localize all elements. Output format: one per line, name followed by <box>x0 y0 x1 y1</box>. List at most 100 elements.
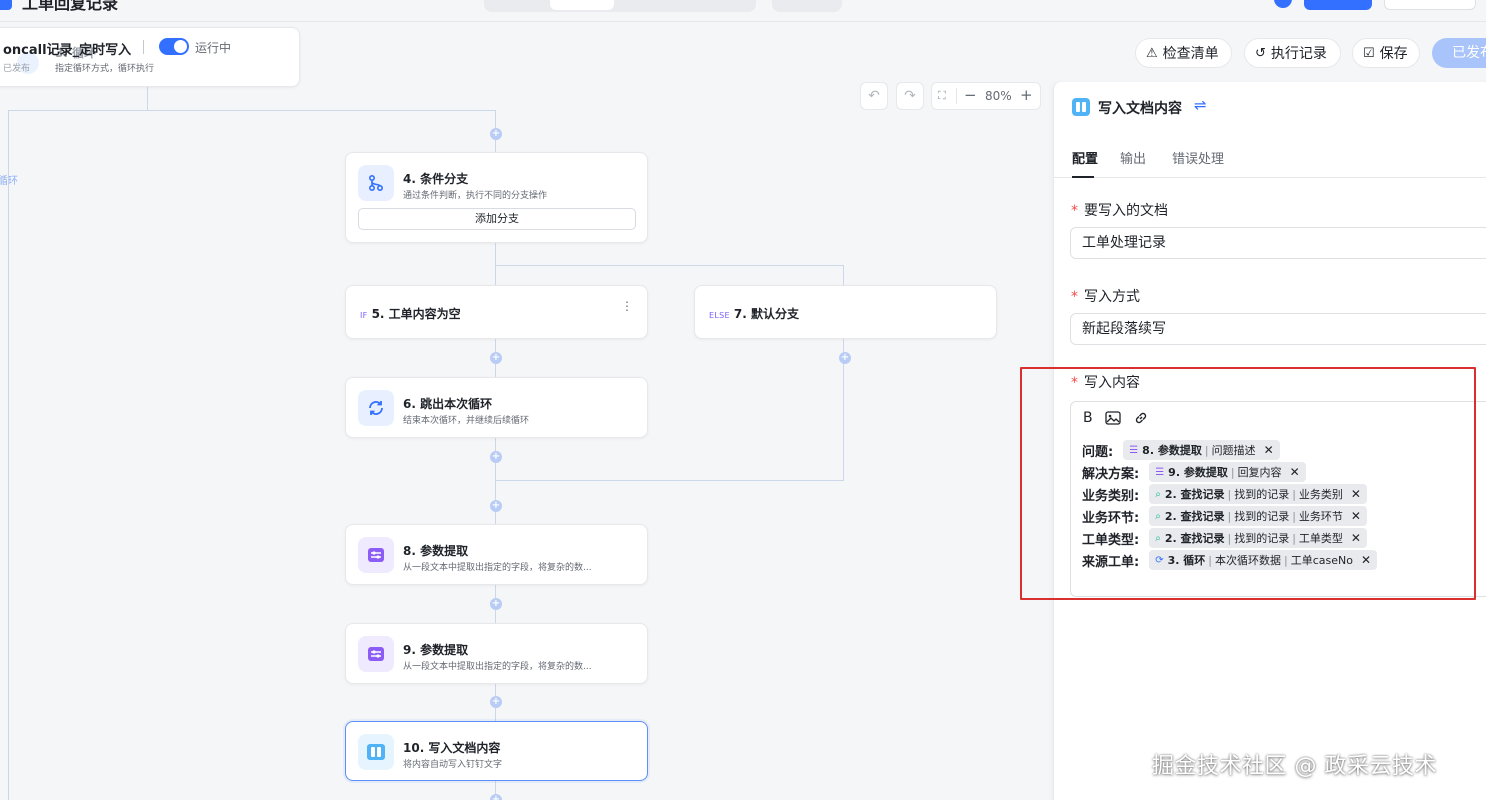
required-marker: * <box>1071 203 1078 219</box>
add-branch-button[interactable]: 添加分支 <box>358 208 636 230</box>
link-icon[interactable] <box>1133 410 1149 426</box>
sliders-icon <box>358 537 394 573</box>
chip-field: 业务类别 <box>1298 488 1343 501</box>
doc-label-text: 要写入的文档 <box>1084 203 1168 219</box>
connector <box>495 242 496 286</box>
loop-node[interactable]: 3. 循环 oncall记录_定时写入 运行中 已发布 指定循环方式，循环执行 <box>0 27 300 87</box>
panel-tabs: 配置 输出 错误处理 <box>1054 136 1486 178</box>
doc-select[interactable]: 工单处理记录 <box>1070 227 1486 259</box>
redo-icon[interactable]: ↷ <box>896 82 924 110</box>
content-editor[interactable]: B 问题: ☰ 8. 参数提取 | 问题描述 ✕ 解决方案: ☰ 9. 参数提取 | 回复内容 ✕ 业务… <box>1070 401 1486 597</box>
undo-icon[interactable]: ↶ <box>860 82 888 110</box>
chip-separator: | <box>1227 531 1232 545</box>
content-row: 业务环节: ⌕ 2. 查找记录 | 找到的记录 | 业务环节 ✕ <box>1082 506 1367 526</box>
workflow-title[interactable]: 工单回复记录 <box>22 0 118 14</box>
remove-chip-icon[interactable]: ✕ <box>1290 465 1300 479</box>
chip-separator: | <box>1230 465 1235 479</box>
zoom-out-button[interactable]: − <box>964 86 977 104</box>
chip-step: 2. 查找记录 <box>1164 532 1225 545</box>
variable-chip[interactable]: ⌕ 2. 查找记录 | 找到的记录 | 工单类型 ✕ <box>1149 528 1367 548</box>
add-node-icon[interactable]: + <box>839 352 851 364</box>
zoom-in-button[interactable]: + <box>1020 86 1033 104</box>
checklist-button[interactable]: ⚠ 检查清单 <box>1135 38 1232 68</box>
branch-icon <box>358 165 394 201</box>
checklist-label: 检查清单 <box>1162 46 1219 62</box>
loop-side-label: 循环 <box>0 176 18 187</box>
remove-chip-icon[interactable]: ✕ <box>1264 443 1274 457</box>
top-primary-button[interactable] <box>1304 0 1372 10</box>
chip-step: 8. 参数提取 <box>1142 444 1202 457</box>
panel-title: 写入文档内容 <box>1098 101 1182 117</box>
chip-separator: | <box>1292 487 1296 501</box>
add-node-icon[interactable]: + <box>490 794 502 800</box>
param-icon: ☰ <box>1155 466 1165 478</box>
mode-field-label: * 写入方式 <box>1071 286 1140 306</box>
add-node-icon[interactable]: + <box>490 352 502 364</box>
editor-toolbar: B <box>1083 408 1149 428</box>
view-switcher[interactable] <box>484 0 756 12</box>
chip-field: 找到的记录 <box>1234 532 1290 545</box>
swap-icon[interactable]: ⇌ <box>1194 96 1207 114</box>
content-field-label: * 写入内容 <box>1071 372 1140 392</box>
content-row-key: 解决方案: <box>1082 466 1140 482</box>
add-node-icon[interactable]: + <box>490 500 502 512</box>
more-icon[interactable]: ⋮ <box>621 300 633 312</box>
if-tag: IF <box>360 311 368 320</box>
if-branch-node[interactable]: IF 5. 工单内容为空 ⋮ <box>345 285 648 339</box>
app-logo <box>0 0 12 10</box>
add-node-icon[interactable]: + <box>490 696 502 708</box>
param-extract-node[interactable]: 8. 参数提取 从一段文本中提取出指定的字段，将复杂的数... <box>345 524 648 585</box>
top-pill-button[interactable] <box>772 0 842 12</box>
save-icon: ☑ <box>1363 45 1375 61</box>
top-secondary-button[interactable] <box>1384 0 1476 10</box>
variable-chip[interactable]: ☰ 9. 参数提取 | 回复内容 ✕ <box>1149 462 1306 482</box>
watermark: 掘金技术社区 @ 政采云技术 <box>1152 754 1437 779</box>
else-branch-node[interactable]: ELSE 7. 默认分支 <box>694 285 997 339</box>
content-row: 解决方案: ☰ 9. 参数提取 | 回复内容 ✕ <box>1082 462 1306 482</box>
refresh-icon <box>358 390 394 426</box>
image-icon[interactable] <box>1104 411 1121 425</box>
publish-button[interactable]: 已发布 <box>1432 38 1486 68</box>
connector <box>8 110 9 800</box>
variable-chip[interactable]: ☰ 8. 参数提取 | 问题描述 ✕ <box>1123 440 1280 460</box>
skip-loop-node[interactable]: 6. 跳出本次循环 结束本次循环，并继续后续循环 <box>345 377 648 438</box>
variable-chip[interactable]: ⟳ 3. 循环 | 本次循环数据 | 工单caseNo ✕ <box>1149 550 1378 570</box>
connector <box>495 265 844 266</box>
write-doc-node[interactable]: 10. 写入文档内容 将内容自动写入钉钉文字 <box>345 721 648 781</box>
add-node-icon[interactable]: + <box>490 451 502 463</box>
workflow-canvas[interactable]: 工单回复记录 + + + + + + + + 循环 3. 循环 oncall记录… <box>0 0 1486 800</box>
add-node-icon[interactable]: + <box>490 598 502 610</box>
remove-chip-icon[interactable]: ✕ <box>1361 553 1371 567</box>
chip-step: 2. 查找记录 <box>1164 488 1225 501</box>
top-bar: 工单回复记录 <box>0 0 1486 22</box>
history-button[interactable]: ↺ 执行记录 <box>1244 38 1341 68</box>
view-switcher-active[interactable] <box>550 0 614 10</box>
divider <box>956 88 957 104</box>
remove-chip-icon[interactable]: ✕ <box>1351 509 1361 523</box>
search-icon: ⌕ <box>1155 510 1161 522</box>
fit-view-icon[interactable]: ⛶ <box>938 89 946 103</box>
param-extract-node[interactable]: 9. 参数提取 从一段文本中提取出指定的字段，将复杂的数... <box>345 623 648 684</box>
save-button[interactable]: ☑ 保存 <box>1352 38 1420 68</box>
tab-error-handling[interactable]: 错误处理 <box>1172 148 1224 167</box>
remove-chip-icon[interactable]: ✕ <box>1351 531 1361 545</box>
node-title: 9. 参数提取 <box>403 643 469 657</box>
node-desc: 将内容自动写入钉钉文字 <box>403 760 503 770</box>
tab-output[interactable]: 输出 <box>1120 148 1146 167</box>
variable-chip[interactable]: ⌕ 2. 查找记录 | 找到的记录 | 业务类别 ✕ <box>1149 484 1367 504</box>
write-doc-icon <box>1072 98 1090 116</box>
tab-config[interactable]: 配置 <box>1072 148 1098 167</box>
remove-chip-icon[interactable]: ✕ <box>1351 487 1361 501</box>
connector <box>495 480 844 481</box>
running-toggle[interactable] <box>159 38 189 55</box>
bold-icon[interactable]: B <box>1083 410 1093 426</box>
connector <box>147 87 148 111</box>
avatar[interactable] <box>1274 0 1292 8</box>
condition-branch-node[interactable]: 4. 条件分支 通过条件判断，执行不同的分支操作 添加分支 <box>345 152 648 243</box>
add-node-icon[interactable]: + <box>490 128 502 140</box>
node-desc: 从一段文本中提取出指定的字段，将复杂的数... <box>403 662 592 672</box>
chip-separator: | <box>1227 509 1232 523</box>
write-mode-select[interactable]: 新起段落续写 <box>1070 313 1486 345</box>
variable-chip[interactable]: ⌕ 2. 查找记录 | 找到的记录 | 业务环节 ✕ <box>1149 506 1367 526</box>
workflow-name: oncall记录_定时写入 <box>3 43 132 58</box>
